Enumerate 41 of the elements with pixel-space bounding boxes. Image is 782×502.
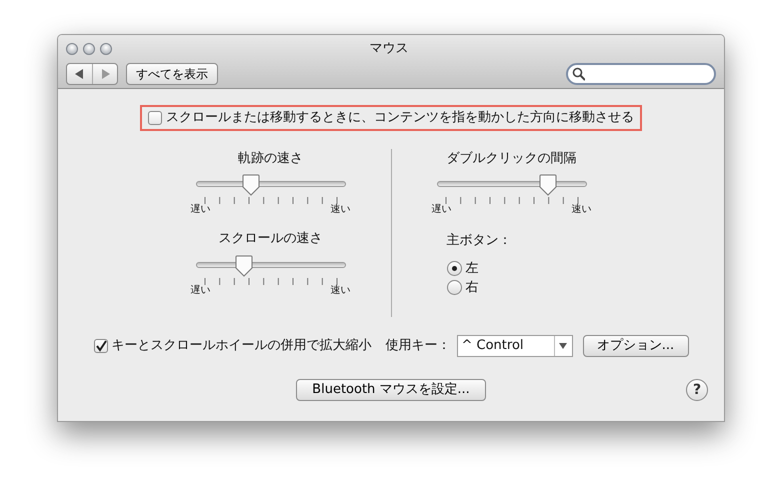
group-label: 主ボタン： [446,232,512,250]
slider-title: 軌跡の速さ [238,150,303,168]
window-control-button[interactable] [100,42,112,55]
radio-button[interactable] [446,260,462,276]
scale-label: 遅い [432,204,452,215]
slider-thumb[interactable] [242,174,260,196]
checkbox[interactable] [94,338,108,352]
radio-option[interactable]: 右 [446,278,606,298]
slider-thumb[interactable] [235,254,254,276]
dropdown-arrow-icon [559,342,567,348]
checkbox[interactable] [148,110,162,125]
show-all-button[interactable]: すべてを表示 [126,62,218,84]
back-arrow-icon [75,68,84,78]
radio-label: 左 [466,260,478,278]
checkbox-label: スクロールまたは移動するときに、コンテンツを指を動かした方向に移動させる [166,109,634,127]
scale-label: 速い [330,284,350,296]
radio-button[interactable] [446,280,462,296]
slider-track[interactable] [436,174,586,196]
window-control-button[interactable] [66,42,78,55]
scale-label: 遅い [190,204,210,215]
forward-arrow-icon [100,68,110,78]
slider-track[interactable] [196,174,346,196]
slider-thumb[interactable] [539,174,558,196]
radio-label: 右 [466,279,478,297]
bluetooth-setup-button[interactable]: Bluetooth マウスを設定... [296,378,486,400]
window-title: マウス [368,40,410,58]
scale-label: 速い [572,204,592,215]
scale-label: 遅い [190,284,210,296]
window-control-button[interactable] [83,42,95,55]
field-label: 使用キー： [386,336,450,355]
options-button[interactable]: オプション... [582,334,688,356]
help-button[interactable]: ? [686,378,708,400]
search-icon [572,66,585,80]
search-field[interactable] [566,62,716,84]
scale-label: 速い [330,204,350,215]
slider-title: スクロールの速さ [218,230,322,248]
slider-track[interactable] [196,254,346,276]
slider-title: ダブルクリックの間隔 [446,150,576,168]
key-dropdown[interactable]: ^ Control [456,334,572,356]
radio-option[interactable]: 左 [446,258,606,278]
checkbox-label: キーとスクロールホイールの併用で拡大縮小 [112,336,372,355]
